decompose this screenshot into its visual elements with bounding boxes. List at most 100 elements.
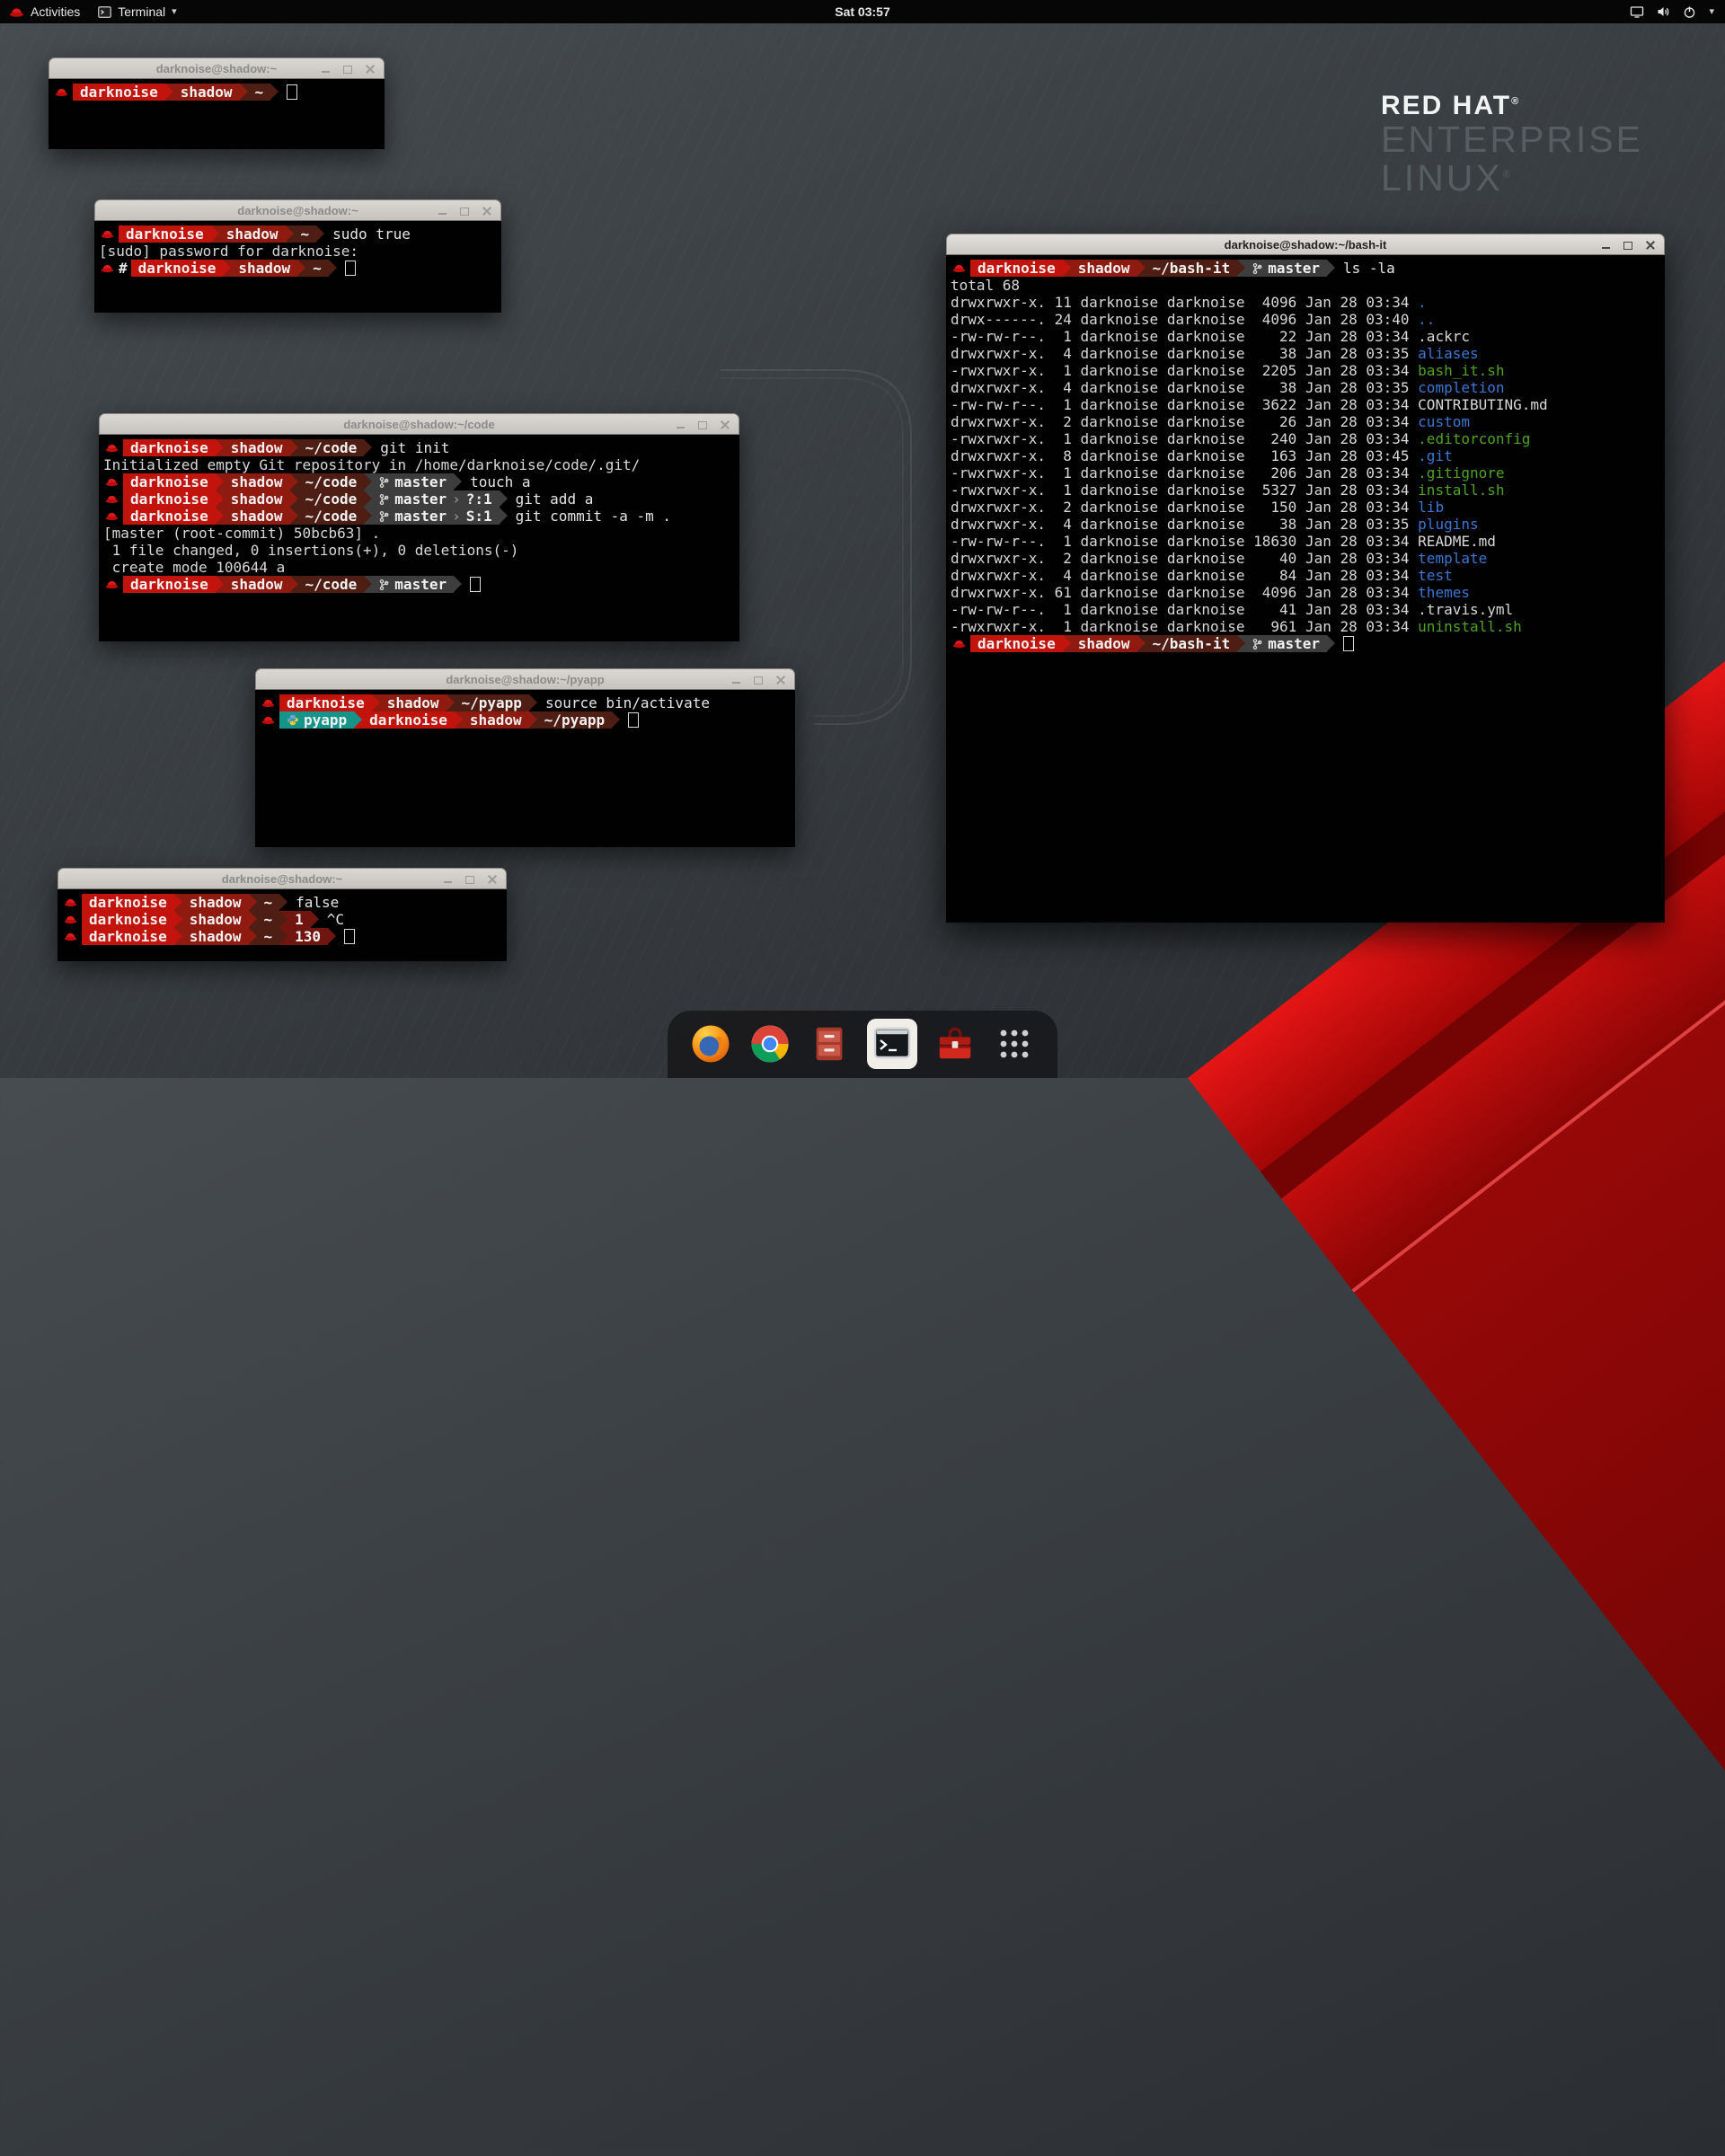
file-name: .. bbox=[1418, 311, 1435, 328]
prompt-line: darknoiseshadow~/code master›?:1git add … bbox=[103, 490, 739, 508]
file-name: themes bbox=[1418, 584, 1470, 601]
powerline-segment-path: ~ bbox=[257, 928, 280, 945]
terminal-output-line: [master (root-commit) 50bcb63] . bbox=[103, 525, 739, 542]
window-title: darknoise@shadow:~/bash-it bbox=[1225, 238, 1387, 252]
git-branch-icon bbox=[1252, 262, 1262, 275]
ls-row: -rwxrwxr-x. 1 darknoise darknoise 5327 J… bbox=[951, 482, 1665, 499]
close-button[interactable] bbox=[1645, 239, 1656, 250]
ls-row: -rw-rw-r--. 1 darknoise darknoise 41 Jan… bbox=[951, 601, 1665, 618]
window-titlebar[interactable]: darknoise@shadow:~/bash-it bbox=[946, 234, 1665, 255]
maximize-button[interactable] bbox=[342, 63, 353, 74]
rhel-logo: RED HAT® ENTERPRISE LINUX® bbox=[1381, 92, 1643, 199]
python-icon bbox=[287, 714, 298, 726]
window-titlebar[interactable]: darknoise@shadow:~ bbox=[58, 868, 507, 889]
root-hash-marker: # bbox=[119, 260, 128, 277]
redhat-prompt-icon bbox=[101, 229, 114, 239]
terminal-window-5: darknoise@shadow:~ darknoiseshadow~false… bbox=[58, 868, 507, 961]
app-menu-terminal[interactable]: Terminal ▾ bbox=[89, 0, 185, 23]
ls-row: drwxrwxr-x. 2 darknoise darknoise 40 Jan… bbox=[951, 550, 1665, 567]
maximize-button[interactable] bbox=[1623, 239, 1633, 250]
terminal-content[interactable]: darknoiseshadow~/pyappsource bin/activat… bbox=[255, 690, 795, 847]
redhat-prompt-icon bbox=[261, 715, 275, 725]
minimize-button[interactable] bbox=[437, 205, 447, 216]
ls-row: drwxrwxr-x. 2 darknoise darknoise 150 Ja… bbox=[951, 499, 1665, 516]
minimize-button[interactable] bbox=[320, 63, 331, 74]
redhat-prompt-icon bbox=[952, 263, 966, 273]
terminal-content[interactable]: darknoiseshadow~/codegit initInitialized… bbox=[99, 435, 739, 641]
terminal-app-icon bbox=[98, 6, 111, 18]
command-text: sudo true bbox=[332, 225, 411, 243]
terminal-cursor bbox=[345, 261, 356, 276]
powerline-segment-host: shadow bbox=[224, 508, 290, 525]
terminal-content[interactable]: darknoiseshadow~sudo true[sudo] password… bbox=[94, 221, 501, 313]
powerline-segment-path: ~/code bbox=[298, 490, 365, 508]
powerline-segment-path: ~/code bbox=[298, 439, 365, 456]
toolbox-icon[interactable] bbox=[933, 1022, 977, 1065]
prompt-line: darknoiseshadow~sudo true bbox=[99, 225, 501, 243]
close-button[interactable] bbox=[775, 674, 786, 685]
maximize-button[interactable] bbox=[697, 419, 708, 429]
redhat-prompt-icon bbox=[105, 494, 119, 504]
close-button[interactable] bbox=[720, 419, 730, 429]
powerline-segment-path: ~ bbox=[305, 260, 329, 277]
redhat-prompt-icon bbox=[64, 897, 77, 907]
powerline-segment-host: shadow bbox=[219, 225, 286, 243]
app-menu-label: Terminal bbox=[118, 4, 165, 19]
volume-icon[interactable] bbox=[1657, 5, 1670, 18]
chevron-down-icon[interactable]: ▾ bbox=[1709, 7, 1714, 17]
ls-row: drwxrwxr-x. 11 darknoise darknoise 4096 … bbox=[951, 294, 1665, 311]
command-text: source bin/activate bbox=[545, 694, 710, 711]
window-titlebar[interactable]: darknoise@shadow:~/code bbox=[99, 413, 739, 435]
close-button[interactable] bbox=[365, 63, 376, 74]
minimize-button[interactable] bbox=[675, 419, 686, 429]
window-titlebar[interactable]: darknoise@shadow:~ bbox=[94, 199, 501, 221]
chrome-icon[interactable] bbox=[748, 1022, 792, 1065]
powerline-segment-path: ~ bbox=[257, 894, 280, 911]
redhat-prompt-icon bbox=[952, 639, 966, 649]
powerline-segment-path: ~/code bbox=[298, 576, 365, 593]
terminal-dock-active-tile[interactable] bbox=[867, 1019, 917, 1069]
powerline-segment-git: master bbox=[372, 576, 454, 593]
powerline-segment-user: darknoise bbox=[123, 508, 216, 525]
powerline-segment-host: shadow bbox=[1071, 260, 1137, 277]
redhat-logo-icon bbox=[9, 6, 24, 18]
powerline-segment-host: shadow bbox=[463, 711, 529, 729]
display-icon[interactable] bbox=[1630, 5, 1644, 18]
power-icon[interactable] bbox=[1683, 5, 1696, 19]
app-grid-icon[interactable] bbox=[993, 1022, 1036, 1065]
powerline-segment-user: darknoise bbox=[970, 635, 1063, 652]
window-titlebar[interactable]: darknoise@shadow:~ bbox=[49, 57, 385, 79]
minimize-button[interactable] bbox=[730, 674, 741, 685]
powerline-segment-user: darknoise bbox=[131, 260, 224, 277]
powerline-segment-user: darknoise bbox=[82, 911, 174, 928]
terminal-content[interactable]: darknoiseshadow~/bash-it masterls -latot… bbox=[946, 255, 1665, 923]
firefox-icon[interactable] bbox=[689, 1022, 732, 1065]
file-manager-icon[interactable] bbox=[808, 1022, 851, 1065]
terminal-content[interactable]: darknoiseshadow~false darknoiseshadow~1^… bbox=[58, 889, 507, 961]
file-name: .git bbox=[1418, 447, 1453, 464]
maximize-button[interactable] bbox=[459, 205, 470, 216]
git-branch-icon bbox=[379, 476, 389, 489]
minimize-button[interactable] bbox=[442, 873, 453, 884]
close-button[interactable] bbox=[487, 873, 498, 884]
maximize-button[interactable] bbox=[753, 674, 764, 685]
minimize-button[interactable] bbox=[1600, 239, 1611, 250]
powerline-segment-git: master bbox=[1245, 635, 1327, 652]
command-text: ^C bbox=[327, 911, 344, 928]
window-titlebar[interactable]: darknoise@shadow:~/pyapp bbox=[255, 668, 795, 690]
terminal-content[interactable]: darknoiseshadow~ bbox=[49, 79, 385, 149]
maximize-button[interactable] bbox=[464, 873, 475, 884]
terminal-window-3: darknoise@shadow:~/code darknoiseshadow~… bbox=[99, 413, 739, 641]
activities-button[interactable]: Activities bbox=[0, 0, 89, 23]
file-name: .editorconfig bbox=[1418, 430, 1530, 447]
powerline-segment-user: darknoise bbox=[970, 260, 1063, 277]
file-name: test bbox=[1418, 567, 1453, 584]
git-branch-icon bbox=[1252, 638, 1262, 650]
command-text: ls -la bbox=[1343, 260, 1395, 277]
git-branch-icon bbox=[379, 510, 389, 523]
redhat-prompt-icon bbox=[105, 477, 119, 487]
clock[interactable]: Sat 03:57 bbox=[835, 4, 889, 19]
ls-row: -rw-rw-r--. 1 darknoise darknoise 3622 J… bbox=[951, 396, 1665, 413]
redhat-prompt-icon bbox=[101, 263, 114, 273]
close-button[interactable] bbox=[482, 205, 492, 216]
